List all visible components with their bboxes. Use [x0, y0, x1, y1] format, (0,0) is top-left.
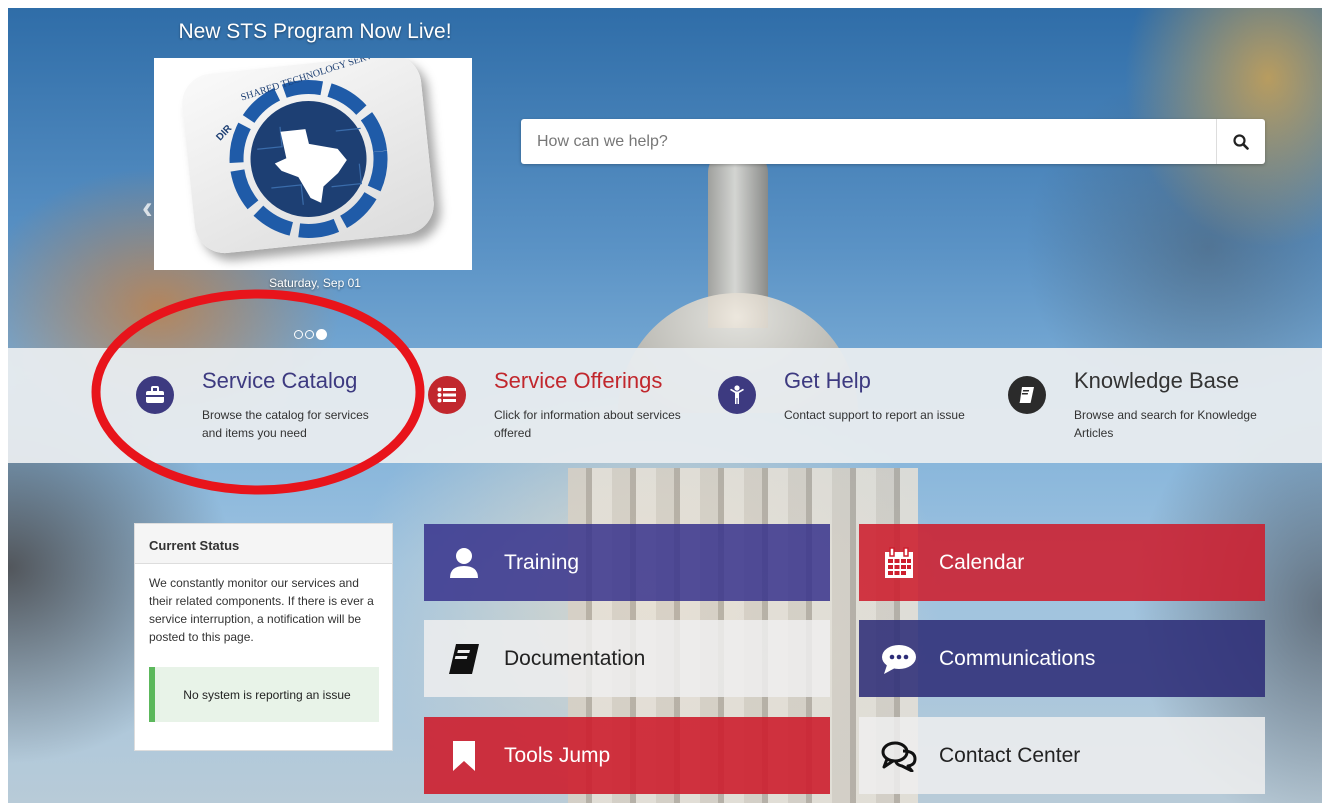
tile-description: Click for information about services off… [494, 408, 681, 440]
tile-description: Contact support to report an issue [784, 408, 965, 422]
carousel-title[interactable]: New STS Program Now Live! [150, 20, 480, 44]
person-help-icon [718, 376, 756, 414]
list-icon [428, 376, 466, 414]
chevron-left-icon[interactable]: ‹ [142, 189, 153, 226]
book-icon [424, 642, 504, 676]
news-carousel: New STS Program Now Live! DIR SHARED TEC… [142, 14, 480, 340]
button-label: Communications [939, 646, 1096, 670]
carousel-dots [294, 329, 327, 340]
tools-jump-button[interactable]: Tools Jump [424, 717, 830, 794]
communications-button[interactable]: Communications [859, 620, 1265, 697]
user-icon [424, 547, 504, 579]
calendar-button[interactable]: Calendar [859, 524, 1265, 601]
documentation-button[interactable]: Documentation [424, 620, 830, 697]
chat-bubble-icon [859, 643, 939, 675]
status-heading: Current Status [135, 524, 392, 564]
tile-description: Browse the catalog for services and item… [202, 408, 369, 440]
tile-title: Service Catalog [202, 368, 358, 393]
search-button[interactable] [1216, 119, 1265, 164]
button-label: Calendar [939, 550, 1025, 574]
tile-service-catalog[interactable]: Service Catalog Browse the catalog for s… [136, 368, 416, 458]
training-button[interactable]: Training [424, 524, 830, 601]
tile-title: Get Help [784, 368, 871, 393]
slide-date: Saturday, Sep 01 [269, 276, 361, 290]
tile-knowledge-base[interactable]: Knowledge Base Browse and search for Kno… [1008, 368, 1288, 458]
tile-description: Browse and search for Knowledge Articles [1074, 408, 1257, 440]
button-label: Tools Jump [504, 743, 611, 767]
button-label: Training [504, 550, 580, 574]
briefcase-icon [136, 376, 174, 414]
carousel-dot-1[interactable] [294, 330, 303, 339]
tile-service-offerings[interactable]: Service Offerings Click for information … [428, 368, 708, 458]
button-label: Contact Center [939, 743, 1081, 767]
quick-links-band: Service Catalog Browse the catalog for s… [8, 348, 1322, 463]
tile-title: Service Offerings [494, 368, 663, 393]
search-bar [521, 119, 1265, 164]
bookmark-icon [424, 740, 504, 772]
book-icon [1008, 376, 1046, 414]
tile-title: Knowledge Base [1074, 368, 1240, 393]
tile-get-help[interactable]: Get Help Contact support to report an is… [718, 368, 998, 458]
chevron-right-icon[interactable]: › [460, 189, 471, 226]
carousel-dot-3[interactable] [316, 329, 327, 340]
sts-logo: DIR SHARED TECHNOLOGY SERVICES [179, 58, 437, 257]
conversation-icon [859, 740, 939, 772]
status-ok-message: No system is reporting an issue [149, 667, 379, 722]
button-label: Documentation [504, 646, 646, 670]
search-icon [1233, 133, 1249, 150]
search-input[interactable] [521, 119, 1216, 164]
contact-center-button[interactable]: Contact Center [859, 717, 1265, 794]
calendar-icon [859, 546, 939, 579]
current-status-panel: Current Status We constantly monitor our… [134, 523, 393, 751]
status-description: We constantly monitor our services and t… [149, 576, 374, 644]
carousel-dot-2[interactable] [305, 330, 314, 339]
carousel-slide-image[interactable]: DIR SHARED TECHNOLOGY SERVICES [154, 58, 472, 270]
